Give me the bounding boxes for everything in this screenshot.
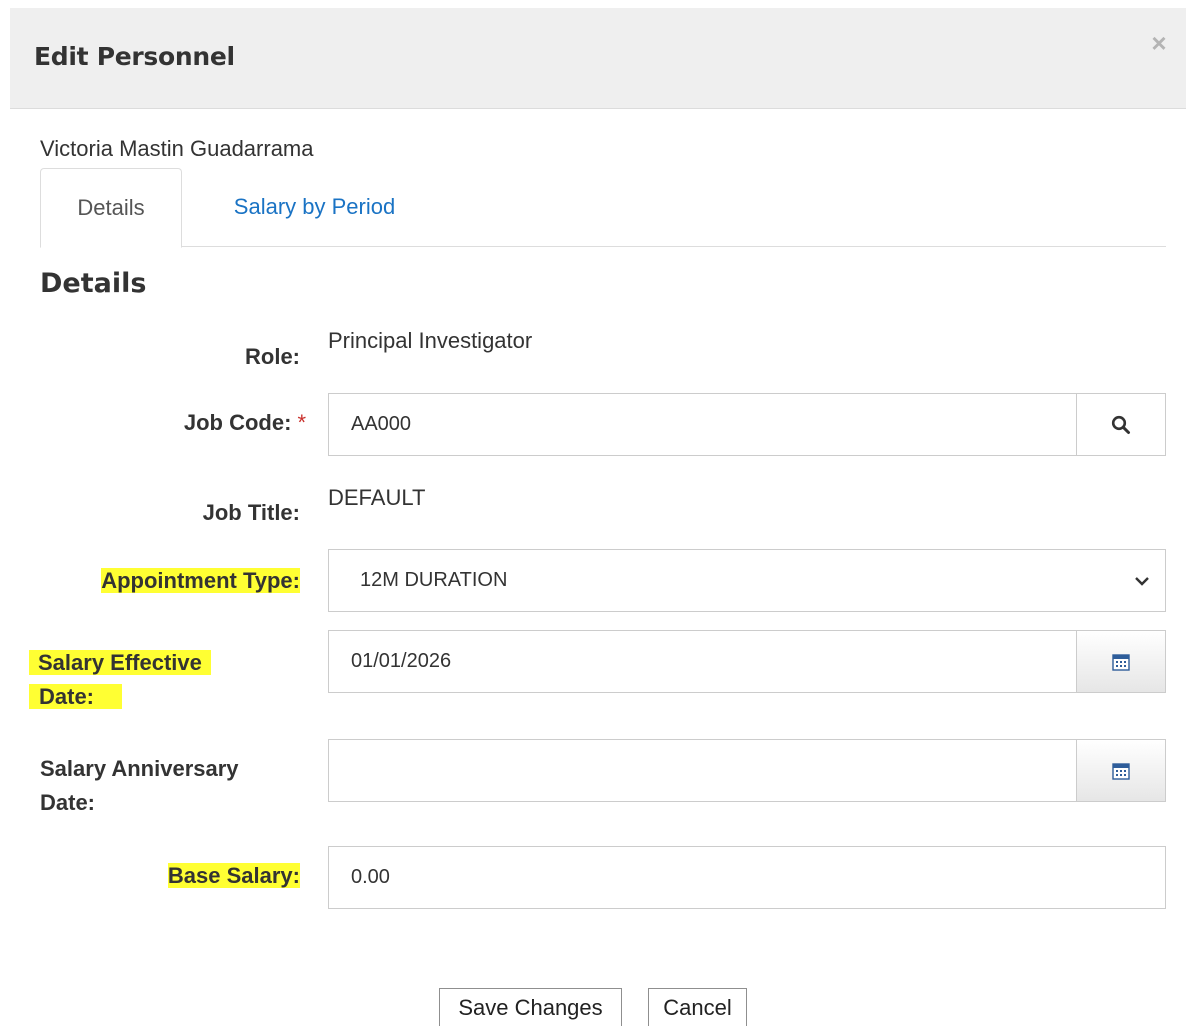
search-icon <box>1111 415 1130 434</box>
salary-effective-date-input[interactable]: 01/01/2026 <box>328 630 1166 693</box>
appointment-type-label: Appointment Type: <box>101 568 300 593</box>
base-salary-label: Base Salary: <box>167 863 300 888</box>
cancel-button[interactable]: Cancel <box>648 988 747 1026</box>
salary-anniversary-date-picker-button[interactable] <box>1076 740 1165 801</box>
job-code-value: AA000 <box>351 413 412 435</box>
appointment-type-select[interactable]: 12M DURATION <box>328 549 1166 612</box>
salary-anniversary-date-input[interactable] <box>328 739 1166 802</box>
section-heading: Details <box>40 268 147 299</box>
salary-effective-date-picker-button[interactable] <box>1076 631 1165 692</box>
modal-header: Edit Personnel × <box>10 8 1186 109</box>
base-salary-input[interactable]: 0.00 <box>328 846 1166 909</box>
salary-effective-date-label: Salary Effective Date: <box>29 646 269 714</box>
job-title-value: DEFAULT <box>328 485 426 510</box>
job-code-input[interactable]: AA000 <box>328 393 1166 456</box>
close-icon[interactable]: × <box>1146 30 1172 56</box>
salary-effective-date-value: 01/01/2026 <box>351 650 452 672</box>
base-salary-value: 0.00 <box>351 866 390 888</box>
tab-details[interactable]: Details <box>40 168 182 248</box>
role-label: Role: <box>245 344 300 369</box>
person-name: Victoria Mastin Guadarrama <box>40 136 314 161</box>
calendar-icon <box>1112 653 1130 671</box>
salary-anniversary-date-label: Salary Anniversary Date: <box>40 756 239 815</box>
role-value: Principal Investigator <box>328 328 533 353</box>
calendar-icon <box>1112 762 1130 780</box>
job-code-search-button[interactable] <box>1076 394 1165 455</box>
save-changes-button[interactable]: Save Changes <box>439 988 622 1026</box>
job-code-label: Job Code: * <box>183 410 306 435</box>
modal-title: Edit Personnel <box>34 42 235 71</box>
required-mark: * <box>297 410 306 435</box>
job-title-label: Job Title: <box>202 500 300 525</box>
tab-bar: Details Salary by Period <box>40 168 1166 248</box>
tab-salary-by-period[interactable]: Salary by Period <box>218 168 411 248</box>
chevron-down-icon <box>1135 577 1149 586</box>
appointment-type-value: 12M DURATION <box>360 569 508 591</box>
